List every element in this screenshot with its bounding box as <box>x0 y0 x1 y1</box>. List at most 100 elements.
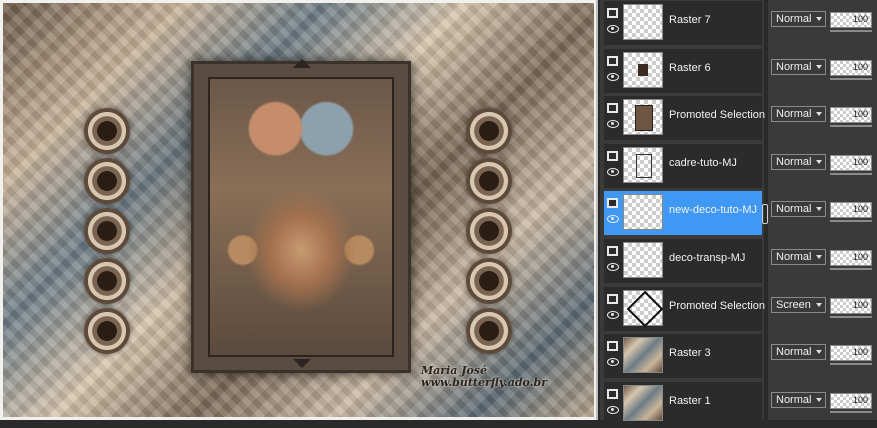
layer-row[interactable]: Promoted Selection Normal 100 <box>600 95 877 142</box>
deco-circle <box>466 258 512 304</box>
layer-type-icon <box>607 341 618 351</box>
blend-mode-value: Normal <box>776 346 812 358</box>
layer-name: Raster 1 <box>669 395 711 407</box>
layer-type-icon <box>607 198 618 208</box>
layer-type-icon <box>607 246 618 256</box>
layer-row[interactable]: Raster 7 Normal 100 <box>600 0 877 47</box>
deco-circle <box>466 158 512 204</box>
opacity-slider[interactable] <box>830 78 872 80</box>
blend-mode-value: Normal <box>776 156 812 168</box>
opacity-field[interactable]: 100 <box>830 155 872 171</box>
layer-row[interactable]: cadre-tuto-MJ Normal 100 <box>600 143 877 190</box>
layer-thumbnail <box>623 385 663 421</box>
blend-mode-dropdown[interactable]: Normal <box>771 392 826 408</box>
layer-type-icon <box>607 103 618 113</box>
layer-row[interactable]: Raster 3 Normal 100 <box>600 333 877 380</box>
layer-thumbnail <box>623 337 663 373</box>
watermark: Maria José www.butterfly.ado.br <box>421 365 571 389</box>
visibility-eye-icon[interactable] <box>607 215 619 223</box>
layer-thumbnail <box>623 147 663 183</box>
visibility-eye-icon[interactable] <box>607 358 619 366</box>
opacity-slider[interactable] <box>830 173 872 175</box>
blend-mode-value: Normal <box>776 61 812 73</box>
portrait-image <box>208 77 394 357</box>
visibility-eye-icon[interactable] <box>607 406 619 414</box>
opacity-field[interactable]: 100 <box>830 107 872 123</box>
opacity-field[interactable]: 100 <box>830 202 872 218</box>
opacity-slider[interactable] <box>830 125 872 127</box>
layer-item[interactable]: Raster 1 <box>604 382 762 426</box>
blend-mode-dropdown[interactable]: Normal <box>771 11 826 27</box>
layer-row[interactable]: Promoted Selection Screen 100 <box>600 286 877 333</box>
layer-row[interactable]: Raster 1 Normal 100 <box>600 381 877 428</box>
row-resize-handle[interactable] <box>762 204 768 224</box>
layer-item[interactable]: new-deco-tuto-MJ <box>604 191 762 235</box>
blend-mode-value: Normal <box>776 203 812 215</box>
layer-thumbnail <box>623 194 663 230</box>
layer-item[interactable]: Raster 6 <box>604 49 762 93</box>
layer-thumbnail <box>623 52 663 88</box>
layer-item[interactable]: deco-transp-MJ <box>604 239 762 283</box>
layers-panel: Raster 7 Normal 100 Raster 6 Normal 100 Promot… <box>600 0 877 426</box>
layer-type-icon <box>607 294 618 304</box>
layer-row[interactable]: deco-transp-MJ Normal 100 <box>600 238 877 285</box>
layer-row[interactable]: new-deco-tuto-MJ Normal 100 <box>600 190 877 237</box>
opacity-field[interactable]: 100 <box>830 345 872 361</box>
layer-item[interactable]: Promoted Selection <box>604 96 765 140</box>
visibility-eye-icon[interactable] <box>607 25 619 33</box>
opacity-field[interactable]: 100 <box>830 298 872 314</box>
opacity-slider[interactable] <box>830 268 872 270</box>
blend-mode-dropdown[interactable]: Normal <box>771 344 826 360</box>
deco-circle <box>466 108 512 154</box>
opacity-slider[interactable] <box>830 220 872 222</box>
visibility-eye-icon[interactable] <box>607 263 619 271</box>
opacity-slider[interactable] <box>830 363 872 365</box>
blend-mode-dropdown[interactable]: Normal <box>771 59 826 75</box>
layer-type-icon <box>607 389 618 399</box>
layer-name: new-deco-tuto-MJ <box>669 204 758 216</box>
blend-mode-dropdown[interactable]: Screen <box>771 297 826 313</box>
layer-thumbnail <box>623 4 663 40</box>
deco-circle <box>84 308 130 354</box>
opacity-field[interactable]: 100 <box>830 250 872 266</box>
opacity-field[interactable]: 100 <box>830 60 872 76</box>
opacity-slider[interactable] <box>830 316 872 318</box>
layer-item[interactable]: cadre-tuto-MJ <box>604 144 762 188</box>
watermark-url: www.butterfly.ado.br <box>421 376 548 389</box>
blend-mode-dropdown[interactable]: Normal <box>771 154 826 170</box>
image-canvas[interactable]: Maria José www.butterfly.ado.br <box>0 0 598 420</box>
opacity-field[interactable]: 100 <box>830 393 872 409</box>
layer-item[interactable]: Raster 3 <box>604 334 762 378</box>
deco-circle <box>84 258 130 304</box>
blend-mode-dropdown[interactable]: Normal <box>771 249 826 265</box>
blend-mode-value: Normal <box>776 394 812 406</box>
blend-mode-value: Screen <box>776 299 811 311</box>
layer-name: deco-transp-MJ <box>669 252 746 264</box>
visibility-eye-icon[interactable] <box>607 168 619 176</box>
visibility-eye-icon[interactable] <box>607 311 619 319</box>
layer-type-icon <box>607 8 618 18</box>
layer-item[interactable]: Raster 7 <box>604 1 762 45</box>
visibility-eye-icon[interactable] <box>607 73 619 81</box>
layer-thumbnail <box>623 99 663 135</box>
right-circle-decoration <box>461 108 517 358</box>
deco-circle <box>84 108 130 154</box>
layer-thumbnail <box>623 242 663 278</box>
layer-row[interactable]: Raster 6 Normal 100 <box>600 48 877 95</box>
deco-circle <box>84 158 130 204</box>
opacity-field[interactable]: 100 <box>830 12 872 28</box>
deco-circle <box>466 308 512 354</box>
layer-name: Raster 3 <box>669 347 711 359</box>
opacity-slider[interactable] <box>830 30 872 32</box>
chevron-down-icon <box>816 160 822 164</box>
layer-name: cadre-tuto-MJ <box>669 157 737 169</box>
visibility-eye-icon[interactable] <box>607 120 619 128</box>
chevron-down-icon <box>816 112 822 116</box>
deco-circle <box>84 208 130 254</box>
blend-mode-dropdown[interactable]: Normal <box>771 201 826 217</box>
opacity-slider[interactable] <box>830 411 872 413</box>
blend-mode-dropdown[interactable]: Normal <box>771 106 826 122</box>
layer-item[interactable]: Promoted Selection <box>604 287 765 331</box>
chevron-down-icon <box>816 303 822 307</box>
chevron-down-icon <box>816 207 822 211</box>
